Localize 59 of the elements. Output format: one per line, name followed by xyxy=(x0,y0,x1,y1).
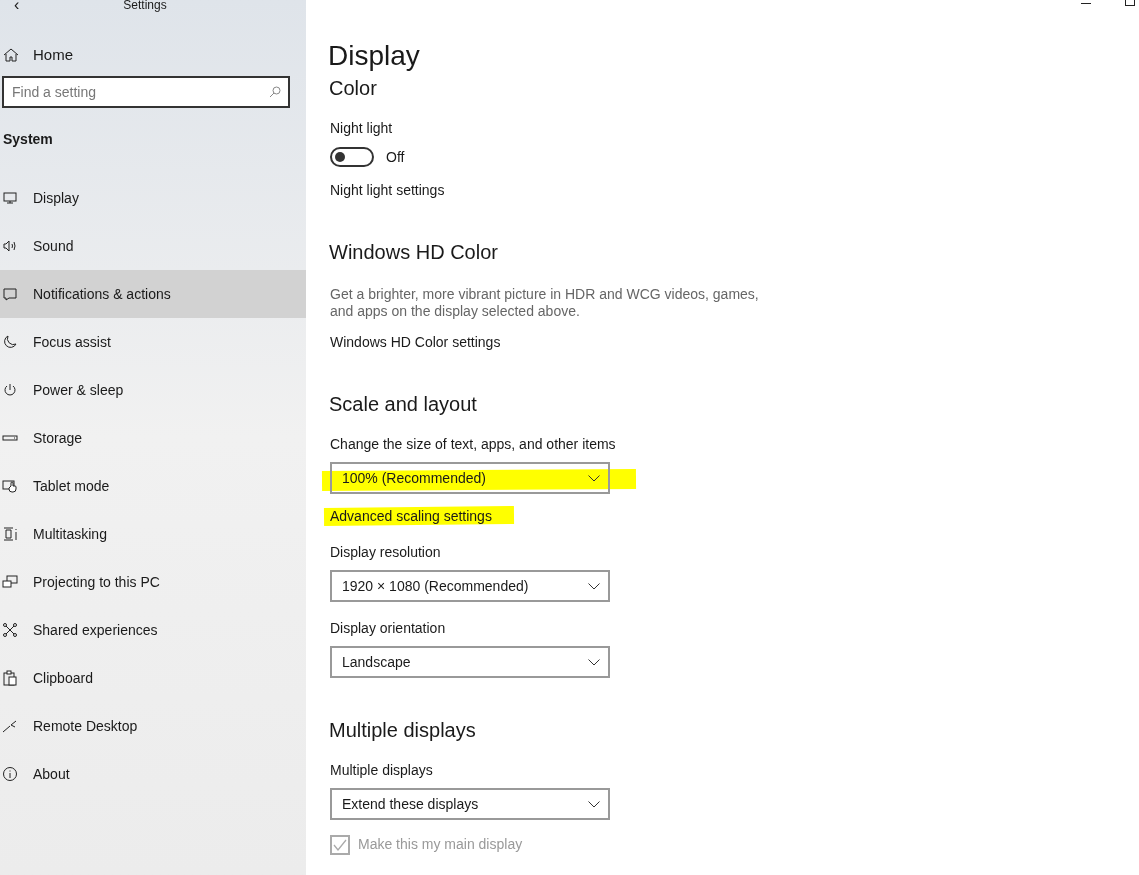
settings-link[interactable]: Windows HD Color settings xyxy=(330,334,501,350)
nav-item[interactable]: Projecting to this PC xyxy=(0,558,306,606)
nav-item[interactable]: Storage xyxy=(0,414,306,462)
section-heading: Color xyxy=(329,76,378,101)
chevron-down-icon xyxy=(588,800,600,808)
nav-item[interactable]: Shared experiences xyxy=(0,606,306,654)
power-icon xyxy=(2,382,18,398)
description-text: Get a brighter, more vibrant picture in HDR and WCG videos, games, and apps on the display selected above. xyxy=(330,286,760,320)
nav-item[interactable]: Sound xyxy=(0,222,306,270)
nav-item[interactable]: Power & sleep xyxy=(0,366,306,414)
settings-link[interactable]: Advanced scaling settings xyxy=(330,508,492,524)
field-label: Display resolution xyxy=(330,543,442,562)
monitor-icon xyxy=(2,190,18,206)
section-heading: Multiple displays xyxy=(329,718,477,743)
tablet-icon xyxy=(2,478,18,494)
field-label: Night light xyxy=(330,119,394,138)
page-title: Display xyxy=(328,39,421,73)
multitask-icon xyxy=(2,526,18,542)
speech-bubble-icon xyxy=(2,286,18,302)
dropdown[interactable]: Extend these displays xyxy=(330,788,610,820)
home-icon xyxy=(3,47,19,63)
section-heading: System xyxy=(3,130,54,149)
chevron-down-icon xyxy=(588,582,600,590)
share-icon xyxy=(2,622,18,638)
checkbox-label: Make this my main display xyxy=(358,835,523,854)
info-icon xyxy=(2,766,18,782)
settings-link[interactable]: Night light settings xyxy=(330,182,445,198)
dropdown[interactable]: 100% (Recommended) xyxy=(330,462,610,494)
nav-item[interactable]: Notifications & actions xyxy=(0,270,306,318)
clipboard-icon xyxy=(2,670,18,686)
minimize-button[interactable] xyxy=(1081,0,1091,4)
search-field[interactable]: Find a setting xyxy=(2,76,290,108)
home-link[interactable]: Home xyxy=(0,45,306,65)
field-label: Multiple displays xyxy=(330,761,434,780)
dropdown[interactable]: Landscape xyxy=(330,646,610,678)
moon-icon xyxy=(2,334,18,350)
chevron-down-icon xyxy=(588,658,600,666)
toggle-state: Off xyxy=(386,147,405,167)
window-title: Settings xyxy=(123,0,167,12)
nav-item[interactable]: Remote Desktop xyxy=(0,702,306,750)
nav-item[interactable]: Tablet mode xyxy=(0,462,306,510)
maximize-button[interactable] xyxy=(1125,0,1135,6)
speaker-icon xyxy=(2,238,18,254)
toggle-switch[interactable] xyxy=(330,147,374,167)
dropdown[interactable]: 1920 × 1080 (Recommended) xyxy=(330,570,610,602)
back-button[interactable]: ‹ xyxy=(14,0,20,12)
remote-icon xyxy=(2,718,18,734)
search-icon xyxy=(269,86,281,98)
field-label: Display orientation xyxy=(330,619,447,638)
nav-item[interactable]: Focus assist xyxy=(0,318,306,366)
field-label: Change the size of text, apps, and other items xyxy=(330,435,617,454)
chevron-down-icon xyxy=(588,474,600,482)
nav-item[interactable]: About xyxy=(0,750,306,798)
section-heading: Windows HD Color xyxy=(329,240,499,265)
nav-item[interactable]: Display xyxy=(0,174,306,222)
section-heading: Scale and layout xyxy=(329,392,478,417)
nav-item[interactable]: Multitasking xyxy=(0,510,306,558)
nav-item[interactable]: Clipboard xyxy=(0,654,306,702)
monitors-icon xyxy=(2,574,18,590)
